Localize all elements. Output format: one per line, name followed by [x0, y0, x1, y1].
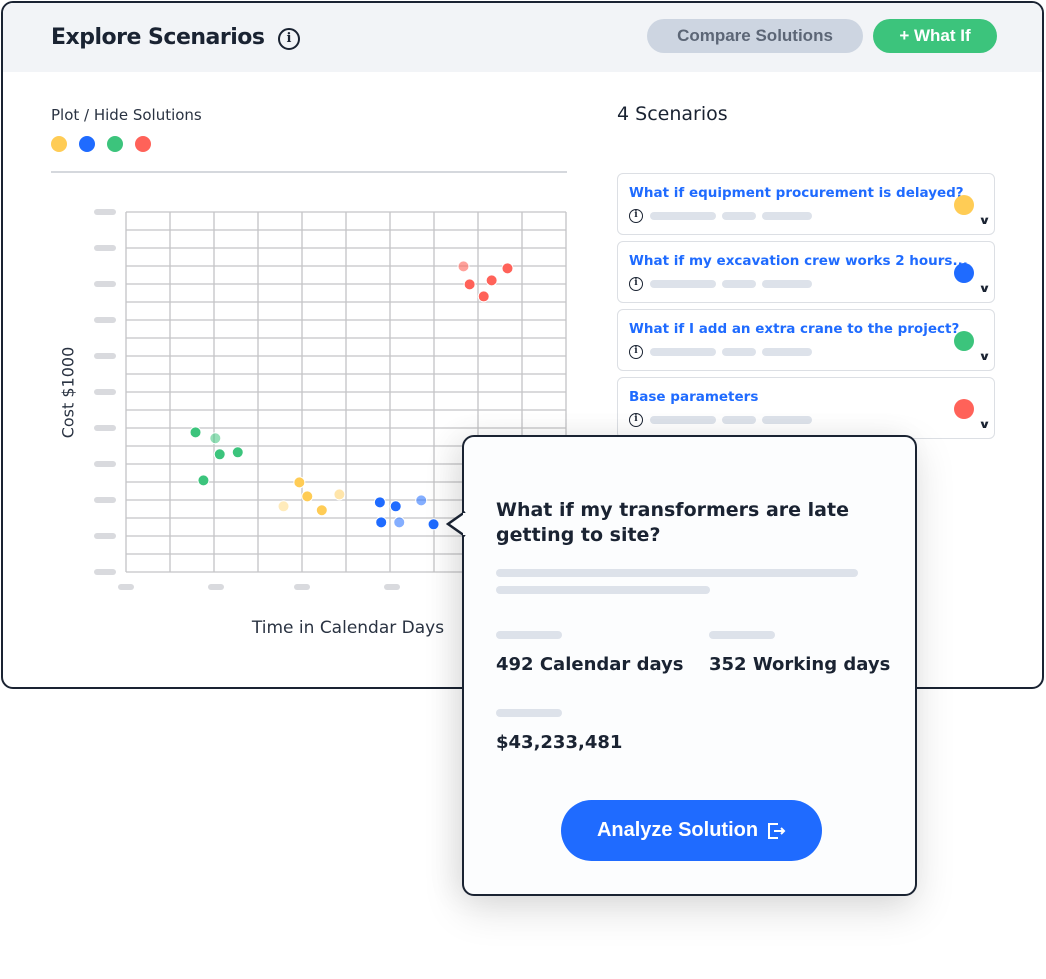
- placeholder-bar: [762, 212, 812, 220]
- placeholder-bar: [762, 348, 812, 356]
- y-tick-placeholder: [94, 569, 116, 575]
- data-point-series-1: [373, 496, 386, 509]
- scenario-item[interactable]: What if I add an extra crane to the proj…: [617, 309, 995, 371]
- y-tick-placeholder: [94, 209, 116, 215]
- scenario-title[interactable]: What if my excavation crew works 2 hours…: [629, 253, 968, 269]
- placeholder-bar: [762, 416, 812, 424]
- placeholder-bar: [722, 212, 756, 220]
- data-point-series-3: [477, 290, 490, 303]
- y-tick-placeholder: [94, 353, 116, 359]
- data-point-series-2: [197, 474, 210, 487]
- series-color-dot: [954, 399, 974, 419]
- data-point-series-2: [231, 446, 244, 459]
- x-tick-placeholder: [294, 584, 310, 590]
- y-axis-label: Cost $1000: [58, 346, 78, 439]
- placeholder-bar: [762, 280, 812, 288]
- placeholder-bar: [496, 586, 710, 594]
- cost-value: $43,233,481: [496, 732, 623, 753]
- scenario-title[interactable]: What if I add an extra crane to the proj…: [629, 321, 959, 337]
- info-icon[interactable]: i: [629, 345, 643, 359]
- scenario-list: What if equipment procurement is delayed…: [617, 173, 995, 445]
- placeholder-bar: [722, 416, 756, 424]
- y-tick-placeholder: [94, 281, 116, 287]
- series-color-dot: [954, 331, 974, 351]
- data-point-series-3: [501, 262, 514, 275]
- placeholder-bar: [650, 348, 716, 356]
- data-point-series-2: [189, 426, 202, 439]
- data-point-series-1: [415, 494, 428, 507]
- data-point-series-1: [375, 516, 388, 529]
- chevron-down-icon[interactable]: ∨: [978, 282, 991, 295]
- chevron-down-icon[interactable]: ∨: [978, 350, 991, 363]
- chevron-down-icon[interactable]: ∨: [978, 214, 991, 227]
- chevron-down-icon[interactable]: ∨: [978, 418, 991, 431]
- data-point-series-0: [315, 504, 328, 517]
- y-tick-placeholder: [94, 425, 116, 431]
- popup-pointer: [446, 510, 466, 538]
- data-point-series-3: [457, 260, 470, 273]
- data-point-series-0: [293, 476, 306, 489]
- scenario-item[interactable]: What if equipment procurement is delayed…: [617, 173, 995, 235]
- what-if-button[interactable]: + What If: [873, 19, 997, 53]
- scenario-count: 4 Scenarios: [617, 103, 728, 125]
- analyze-label: Analyze Solution: [596, 819, 759, 841]
- x-tick-placeholder: [384, 584, 400, 590]
- analyze-solution-button[interactable]: Analyze Solution: [561, 800, 822, 861]
- x-axis-label: Time in Calendar Days: [251, 618, 445, 638]
- series-color-dot: [954, 195, 974, 215]
- y-tick-placeholder: [94, 497, 116, 503]
- scenario-title[interactable]: What if equipment procurement is delayed…: [629, 185, 964, 201]
- data-point-series-2: [213, 448, 226, 461]
- working-days-value: 352 Working days: [709, 654, 891, 675]
- series-color-dot: [954, 263, 974, 283]
- x-tick-placeholder: [118, 584, 134, 590]
- info-icon[interactable]: i: [629, 277, 643, 291]
- data-point-series-1: [427, 518, 440, 531]
- data-point-series-2: [209, 432, 222, 445]
- placeholder-bar: [650, 416, 716, 424]
- placeholder-bar: [709, 631, 775, 639]
- data-point-series-0: [333, 488, 346, 501]
- data-point-series-1: [389, 500, 402, 513]
- scenario-title[interactable]: Base parameters: [629, 389, 758, 405]
- calendar-days-value: 492 Calendar days: [496, 654, 684, 675]
- y-tick-placeholder: [94, 389, 116, 395]
- y-tick-placeholder: [94, 533, 116, 539]
- y-tick-placeholder: [94, 317, 116, 323]
- popup-title: What if my transformers are late getting…: [496, 499, 849, 546]
- data-point-series-3: [463, 278, 476, 291]
- placeholder-bar: [722, 348, 756, 356]
- placeholder-bar: [496, 569, 858, 577]
- x-tick-placeholder: [208, 584, 224, 590]
- scenario-item[interactable]: What if my excavation crew works 2 hours…: [617, 241, 995, 303]
- scenario-popup: What if my transformers are late getting…: [462, 435, 917, 896]
- placeholder-bar: [496, 631, 562, 639]
- info-icon[interactable]: i: [629, 209, 643, 223]
- placeholder-bar: [496, 709, 562, 717]
- data-point-series-3: [485, 274, 498, 287]
- data-point-series-0: [277, 500, 290, 513]
- exit-icon: [768, 822, 786, 839]
- compare-solutions-button[interactable]: Compare Solutions: [647, 19, 863, 53]
- scenario-item[interactable]: Base parameters i ∨: [617, 377, 995, 439]
- data-point-series-0: [301, 490, 314, 503]
- placeholder-bar: [722, 280, 756, 288]
- placeholder-bar: [650, 212, 716, 220]
- placeholder-bar: [650, 280, 716, 288]
- y-tick-placeholder: [94, 245, 116, 251]
- info-icon[interactable]: i: [629, 413, 643, 427]
- y-tick-placeholder: [94, 461, 116, 467]
- data-point-series-1: [393, 516, 406, 529]
